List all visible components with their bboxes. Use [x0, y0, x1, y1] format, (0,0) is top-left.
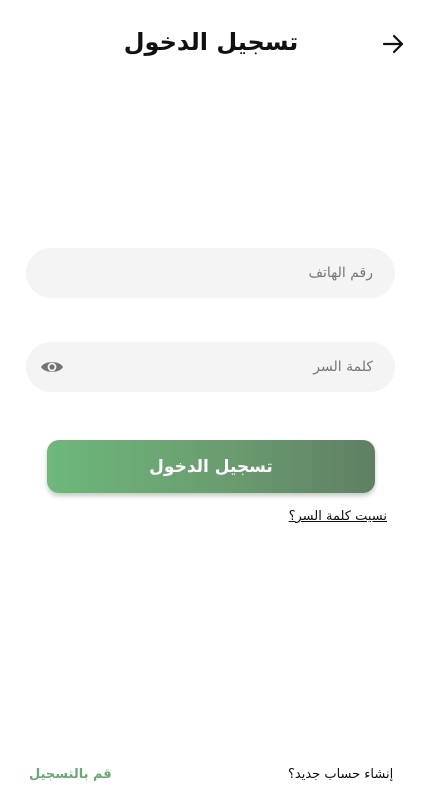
page-title: تسجيل الدخول: [123, 28, 299, 56]
password-input[interactable]: [26, 342, 395, 392]
phone-input[interactable]: [26, 248, 395, 298]
password-field: [26, 342, 395, 392]
eye-icon[interactable]: [40, 356, 64, 378]
register-link[interactable]: قم بالتسجيل: [29, 767, 112, 782]
login-button[interactable]: تسجيل الدخول: [47, 440, 375, 493]
login-screen: تسجيل الدخول تسجيل الدخول نسيت كلمة السر…: [0, 0, 422, 800]
forgot-password-link[interactable]: نسيت كلمة السر؟: [281, 509, 387, 524]
new-account-prompt: إنشاء حساب جديد؟: [288, 767, 394, 782]
arrow-right-icon[interactable]: [380, 32, 406, 56]
phone-field: [26, 248, 395, 298]
